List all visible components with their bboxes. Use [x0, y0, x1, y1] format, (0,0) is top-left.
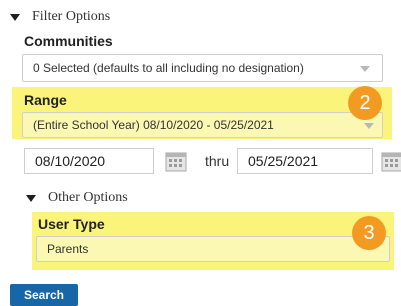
filter-options-header: Filter Options — [32, 9, 111, 24]
communities-label: Communities — [24, 33, 113, 49]
user-type-select[interactable]: Parents — [36, 236, 390, 262]
from-date-input[interactable]: 08/10/2020 — [24, 148, 154, 174]
user-type-value: Parents — [47, 242, 89, 256]
filter-options-toggle[interactable]: Filter Options — [8, 8, 158, 28]
user-type-label: User Type — [38, 216, 105, 232]
calendar-icon[interactable] — [381, 150, 401, 172]
chevron-down-icon — [364, 123, 374, 129]
communities-select[interactable]: 0 Selected (defaults to all including no… — [22, 54, 383, 82]
triangle-down-icon — [10, 14, 20, 21]
chevron-down-icon — [360, 66, 370, 72]
other-options-toggle[interactable]: Other Options — [24, 189, 164, 209]
thru-label: thru — [205, 153, 230, 169]
triangle-down-icon — [26, 195, 36, 202]
communities-value: 0 Selected (defaults to all including no… — [33, 61, 304, 75]
search-button[interactable]: Search — [10, 284, 78, 306]
range-value: (Entire School Year) 08/10/2020 - 05/25/… — [33, 118, 274, 132]
from-date-value: 08/10/2020 — [35, 153, 106, 169]
range-label: Range — [24, 92, 67, 108]
step-badge-2: 2 — [348, 86, 382, 120]
range-select[interactable]: (Entire School Year) 08/10/2020 - 05/25/… — [22, 112, 383, 138]
to-date-value: 05/25/2021 — [248, 153, 319, 169]
to-date-input[interactable]: 05/25/2021 — [237, 148, 373, 174]
calendar-icon[interactable] — [165, 150, 187, 172]
step-badge-3: 3 — [352, 216, 386, 250]
other-options-header: Other Options — [48, 190, 128, 205]
